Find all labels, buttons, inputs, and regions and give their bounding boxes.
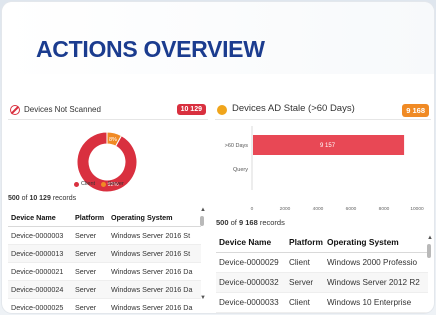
bar-data-label: 9 157 — [320, 143, 336, 149]
records-total: 10 129 — [29, 195, 51, 202]
category-label: Query — [233, 167, 248, 173]
records-shown: 500 — [216, 218, 229, 227]
table-cell: Server — [72, 262, 108, 281]
table-row[interactable]: Device-0000021 Server Windows Server 2016 … — [8, 262, 201, 281]
table-cell: Device-0000033 — [216, 292, 286, 313]
records-shown: 500 — [8, 195, 20, 202]
table-cell: Server — [286, 272, 324, 293]
table-cell: Server — [72, 244, 108, 263]
x-tick-label: 6000 — [346, 206, 357, 212]
legend-server-label: Server — [107, 181, 124, 187]
panel-header: Devices Not Scanned 10 129 — [8, 102, 208, 120]
table-cell: Windows Server 2016 Da — [108, 262, 201, 281]
table-cell: Server — [72, 280, 108, 299]
page-title: ACTIONS OVERVIEW — [36, 36, 265, 62]
panel-header: Devices AD Stale (>60 Days) 9 168 — [215, 102, 431, 120]
table-cell: Windows Server 2016 St — [108, 244, 201, 263]
divider — [8, 119, 208, 120]
table-row[interactable]: Device-0000029 Client Windows 2000 Profess… — [216, 252, 428, 273]
table-cell: Windows 10 Enterprise — [324, 292, 428, 313]
column-header[interactable]: Device Name — [216, 233, 286, 253]
records-suffix: records — [259, 218, 285, 227]
table-row[interactable]: Device-0000024 Server Windows Server 2016 … — [8, 280, 201, 299]
table-row[interactable]: Device-0000025 Server Windows Server 2016 … — [8, 298, 201, 313]
count-badge: 9 168 — [402, 104, 429, 117]
column-header[interactable]: Operating System — [108, 209, 201, 227]
column-header[interactable]: Platform — [72, 209, 108, 227]
table-cell: Device-0000003 — [8, 226, 72, 245]
table-cell: Server — [72, 226, 108, 245]
x-tick-label: 0 — [251, 206, 254, 212]
x-tick-label: 2000 — [280, 206, 291, 212]
scroll-up-icon[interactable]: ▲ — [427, 235, 433, 241]
donut-legend: Client Server — [74, 181, 128, 187]
dashboard-frame: ACTIONS OVERVIEW Devices Not Scanned 10 … — [2, 2, 434, 313]
donut-chart: 8%92% — [76, 131, 138, 193]
category-label: >60 Days — [225, 143, 249, 149]
table-cell: Windows 2000 Professio — [324, 252, 428, 273]
records-of: of — [21, 195, 28, 202]
table-cell: Device-0000025 — [8, 298, 72, 313]
table-header-row: Device Name Platform Operating System — [216, 233, 428, 253]
records-total: 9 168 — [238, 218, 258, 227]
x-tick-label: 8000 — [379, 206, 390, 212]
donut-label-server: 8% — [109, 137, 117, 143]
table-cell: Device-0000024 — [8, 280, 72, 299]
column-header[interactable]: Device Name — [8, 209, 72, 227]
scroll-up-icon[interactable]: ▲ — [200, 207, 206, 213]
table-header-row: Device Name Platform Operating System — [8, 209, 201, 227]
devices-ad-stale-table: Device Name Platform Operating System De… — [216, 233, 428, 313]
panel-title: Devices Not Scanned — [24, 105, 101, 114]
records-of: of — [230, 218, 237, 227]
table-row[interactable]: Device-0000003 Server Windows Server 2016 … — [8, 226, 201, 245]
records-suffix: records — [52, 195, 77, 202]
warning-dot-icon — [217, 105, 227, 115]
legend-server-swatch — [100, 181, 106, 187]
prohibited-icon — [10, 105, 20, 115]
table-cell: Device-0000013 — [8, 244, 72, 263]
table-row[interactable]: Device-0000033 Client Windows 10 Enterpris… — [216, 292, 428, 313]
table-cell: Device-0000032 — [216, 272, 286, 293]
table-cell: Windows Server 2016 Da — [108, 280, 201, 299]
table-row[interactable]: Device-0000032 Server Windows Server 2012 … — [216, 272, 428, 293]
column-header[interactable]: Platform — [286, 233, 324, 253]
table-cell: Windows Server 2016 Da — [108, 298, 201, 313]
x-tick-label: 4000 — [313, 206, 324, 212]
table-row[interactable]: Device-0000013 Server Windows Server 2016 … — [8, 244, 201, 263]
stale-bar-chart: >60 Days 9 157 Query 0 2000 4000 6000 8000 10000 — [225, 126, 424, 212]
table-cell: Windows Server 2012 R2 — [324, 272, 428, 293]
legend-client-label: Client — [81, 181, 96, 187]
table-cell: Client — [286, 292, 324, 313]
legend-client-swatch — [74, 181, 79, 187]
records-count: 500 of 10 129 records — [8, 195, 76, 202]
header: ACTIONS OVERVIEW — [2, 2, 434, 74]
records-count: 500 of 9 168 records — [216, 218, 285, 227]
table-cell: Client — [286, 252, 324, 273]
table-cell: Device-0000021 — [8, 262, 72, 281]
table-cell: Device-0000029 — [216, 252, 286, 273]
scrollbar-thumb[interactable] — [200, 216, 204, 226]
column-header[interactable]: Operating System — [324, 233, 428, 253]
devices-not-scanned-table: Device Name Platform Operating System De… — [8, 209, 201, 313]
table-cell: Server — [72, 298, 108, 313]
x-tick-label: 10000 — [410, 206, 424, 212]
scrollbar-thumb[interactable] — [427, 244, 431, 258]
panel-title: Devices AD Stale (>60 Days) — [232, 103, 355, 114]
table-cell: Windows Server 2016 St — [108, 226, 201, 245]
scroll-down-icon[interactable]: ▼ — [200, 295, 206, 301]
count-badge: 10 129 — [176, 104, 206, 115]
